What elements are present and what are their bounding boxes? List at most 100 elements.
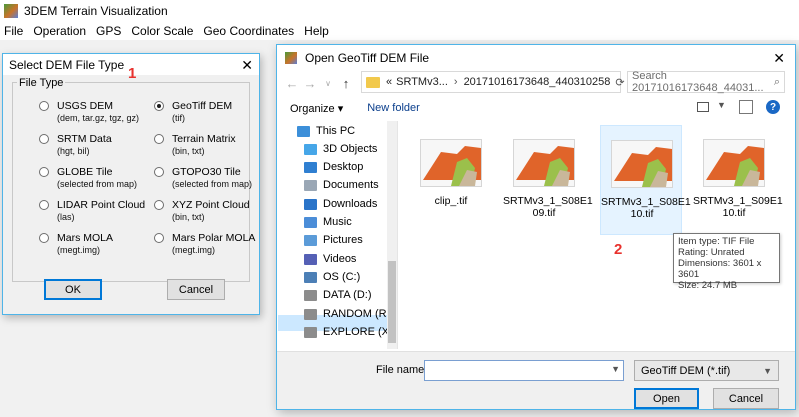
preview-pane-icon[interactable] bbox=[739, 100, 753, 114]
file-name-label: File name: bbox=[376, 364, 428, 376]
file-name-input[interactable] bbox=[425, 361, 605, 380]
view-options-icon[interactable] bbox=[697, 102, 709, 112]
tif-thumbnail-icon bbox=[420, 139, 482, 187]
forward-arrow-icon[interactable]: → bbox=[301, 76, 319, 91]
chevron-down-icon[interactable]: ▼ bbox=[611, 364, 620, 374]
search-input[interactable]: Search 20171016173648_44031... ⌕ bbox=[627, 70, 785, 94]
option-usgs-dem[interactable]: USGS DEM (dem, tar.gz, tgz, gz) bbox=[39, 100, 139, 124]
nav-item-music[interactable]: Music bbox=[304, 216, 352, 228]
option-geotiff-dem[interactable]: GeoTiff DEM (tif) bbox=[154, 100, 232, 124]
option-mars-polar-mola[interactable]: Mars Polar MOLA (megt.img) bbox=[154, 232, 255, 256]
file-type-group-label: File Type bbox=[17, 77, 66, 89]
radio-terrain-matrix[interactable] bbox=[154, 134, 164, 144]
file-name-field[interactable]: ▼ bbox=[424, 360, 624, 381]
radio-gtopo30-tile[interactable] bbox=[154, 167, 164, 177]
address-row: ← → ∨ ↑ « SRTMv3... › 20171016173648_440… bbox=[277, 70, 795, 95]
option-lidar-point-cloud[interactable]: LIDAR Point Cloud (las) bbox=[39, 199, 145, 223]
ok-button[interactable]: OK bbox=[44, 279, 102, 300]
nav-item-pictures[interactable]: Pictures bbox=[304, 234, 363, 246]
dialog-title: Open GeoTiff DEM File bbox=[305, 51, 430, 65]
radio-xyz-point-cloud[interactable] bbox=[154, 200, 164, 210]
app-title: 3DEM Terrain Visualization bbox=[24, 4, 168, 18]
nav-item-documents[interactable]: Documents bbox=[304, 179, 379, 191]
tif-thumbnail-icon bbox=[703, 139, 765, 187]
download-icon bbox=[304, 198, 317, 210]
radio-srtm-data[interactable] bbox=[39, 134, 49, 144]
recent-locations-chevron-icon[interactable]: ∨ bbox=[319, 79, 337, 88]
step-marker-2: 2 bbox=[614, 241, 623, 258]
option-extensions: (megt.img) bbox=[57, 245, 101, 255]
menu-operation[interactable]: Operation bbox=[29, 24, 92, 38]
close-icon[interactable]: ✕ bbox=[773, 51, 785, 65]
nav-item-random-r[interactable]: RANDOM (R:) bbox=[304, 308, 393, 320]
open-button[interactable]: Open bbox=[634, 388, 699, 409]
app-title-bar: 3DEM Terrain Visualization bbox=[0, 0, 799, 22]
nav-scrollbar[interactable] bbox=[387, 121, 397, 349]
file-name-line-2: 10.tif bbox=[722, 207, 746, 219]
new-folder-button[interactable]: New folder bbox=[367, 102, 420, 114]
open-geotiff-dialog: Open GeoTiff DEM File ✕ ← → ∨ ↑ « SRTMv3… bbox=[276, 44, 796, 410]
radio-mars-polar-mola[interactable] bbox=[154, 233, 164, 243]
nav-item-data-d[interactable]: DATA (D:) bbox=[304, 289, 371, 301]
nav-item-3d-objects[interactable]: 3D Objects bbox=[304, 143, 377, 155]
radio-mars-mola[interactable] bbox=[39, 233, 49, 243]
cancel-button[interactable]: Cancel bbox=[713, 388, 779, 409]
radio-lidar-point-cloud[interactable] bbox=[39, 200, 49, 210]
close-icon[interactable]: ✕ bbox=[241, 58, 253, 72]
radio-geotiff-dem[interactable] bbox=[154, 101, 164, 111]
tif-thumbnail-icon bbox=[513, 139, 575, 187]
option-mars-mola[interactable]: Mars MOLA (megt.img) bbox=[39, 232, 113, 256]
nav-scrollbar-thumb[interactable] bbox=[388, 261, 396, 343]
folder-icon bbox=[366, 76, 380, 88]
file-item[interactable]: SRTMv3_1_S09E1 10.tif bbox=[693, 125, 783, 235]
menu-gps[interactable]: GPS bbox=[92, 24, 127, 38]
file-item[interactable]: SRTMv3_1_S08E1 09.tif bbox=[503, 125, 593, 235]
up-arrow-icon[interactable]: ↑ bbox=[337, 76, 355, 91]
cancel-button[interactable]: Cancel bbox=[167, 279, 225, 300]
nav-item-this-pc[interactable]: This PC bbox=[297, 125, 355, 137]
refresh-icon[interactable]: ⟳ bbox=[613, 71, 627, 93]
nav-item-os-c[interactable]: OS (C:) bbox=[304, 271, 360, 283]
tooltip-size: Size: 24.7 MB bbox=[678, 280, 738, 291]
radio-usgs-dem[interactable] bbox=[39, 101, 49, 111]
file-info-tooltip: Item type: TIF File Rating: Unrated Dime… bbox=[673, 233, 780, 291]
nav-item-downloads[interactable]: Downloads bbox=[304, 198, 377, 210]
videos-icon bbox=[304, 253, 317, 265]
option-extensions: (las) bbox=[57, 212, 75, 222]
breadcrumb-part-2[interactable]: 20171016173648_440310258 bbox=[464, 76, 611, 88]
menu-color-scale[interactable]: Color Scale bbox=[127, 24, 199, 38]
step-marker-1: 1 bbox=[128, 65, 137, 82]
option-srtm-data[interactable]: SRTM Data (hgt, bil) bbox=[39, 133, 112, 157]
file-type-filter-select[interactable]: GeoTiff DEM (*.tif) ▼ bbox=[634, 360, 779, 381]
option-gtopo30-tile[interactable]: GTOPO30 Tile (selected from map) bbox=[154, 166, 252, 190]
nav-label: Downloads bbox=[323, 198, 378, 210]
back-arrow-icon[interactable]: ← bbox=[283, 76, 301, 91]
nav-item-videos[interactable]: Videos bbox=[304, 253, 356, 265]
menu-file[interactable]: File bbox=[0, 24, 29, 38]
radio-globe-tile[interactable] bbox=[39, 167, 49, 177]
nav-item-explore-x[interactable]: EXPLORE (X:) bbox=[304, 326, 396, 338]
option-label: Mars Polar MOLA bbox=[172, 232, 256, 244]
breadcrumb-overflow[interactable]: « bbox=[386, 76, 392, 88]
file-item-selected[interactable]: SRTMv3_1_S08E1 10.tif bbox=[600, 125, 691, 235]
nav-label: OS (C:) bbox=[323, 271, 361, 283]
help-icon[interactable]: ? bbox=[766, 100, 780, 114]
organize-button[interactable]: Organize ▾ bbox=[290, 102, 343, 115]
breadcrumb-part-1[interactable]: SRTMv3... bbox=[396, 76, 448, 88]
file-item[interactable]: clip_.tif bbox=[410, 125, 492, 235]
chevron-down-icon: ▼ bbox=[763, 365, 772, 376]
option-globe-tile[interactable]: GLOBE Tile (selected from map) bbox=[39, 166, 137, 190]
option-label: Mars MOLA bbox=[57, 232, 114, 244]
address-bar[interactable]: « SRTMv3... › 20171016173648_440310258 bbox=[361, 71, 621, 93]
drive-icon bbox=[304, 326, 317, 338]
option-xyz-point-cloud[interactable]: XYZ Point Cloud (bin, txt) bbox=[154, 199, 250, 223]
nav-item-desktop[interactable]: Desktop bbox=[304, 161, 363, 173]
option-terrain-matrix[interactable]: Terrain Matrix (bin, txt) bbox=[154, 133, 236, 157]
menu-geo-coordinates[interactable]: Geo Coordinates bbox=[199, 24, 300, 38]
nav-label: RANDOM (R:) bbox=[323, 308, 394, 320]
option-label: GLOBE Tile bbox=[57, 166, 113, 178]
menu-help[interactable]: Help bbox=[300, 24, 335, 38]
nav-label: Desktop bbox=[323, 161, 364, 173]
view-dropdown-arrow-icon[interactable]: ▼ bbox=[717, 100, 726, 110]
option-label: GeoTiff DEM bbox=[172, 100, 233, 112]
